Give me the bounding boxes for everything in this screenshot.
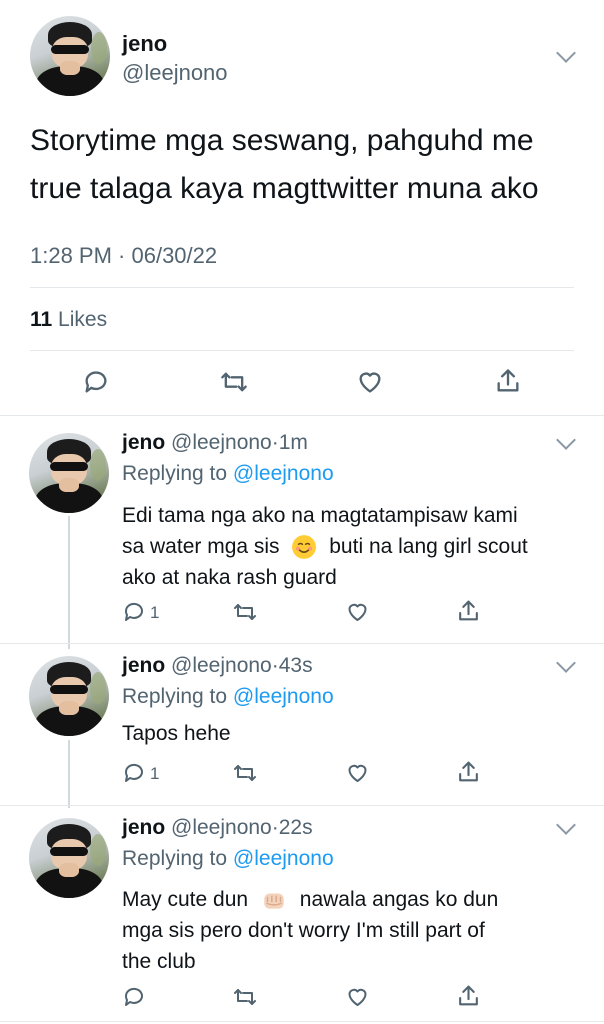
reply-text-segment: sa water mga sis: [122, 535, 280, 558]
divider: [0, 1021, 604, 1022]
author-handle[interactable]: @leejnono: [171, 431, 272, 454]
author-handle[interactable]: @leejnono: [122, 60, 228, 86]
reply-text-segment: May cute dun: [122, 888, 249, 911]
reply-count: 1: [150, 603, 160, 622]
mention-link[interactable]: @leejnono: [233, 462, 334, 485]
author-name[interactable]: jeno: [122, 816, 165, 839]
likes-count: 11: [30, 308, 53, 331]
likes-stat[interactable]: 11 Likes: [30, 308, 107, 332]
divider: [30, 287, 574, 288]
fist-emoji-icon: [264, 893, 284, 910]
reply-text-line: May cute dun nawala angas ko dun: [122, 884, 498, 915]
divider: [30, 350, 574, 351]
share-icon[interactable]: [456, 983, 481, 1009]
replying-to: Replying to @leejnono: [122, 847, 334, 871]
reply-time[interactable]: ·1m: [272, 431, 308, 454]
timestamp[interactable]: 1:28 PM · 06/30/22: [30, 243, 217, 269]
reply-time[interactable]: ·43s: [272, 654, 313, 677]
reply-text-line: sa water mga sis buti na lang girl scout: [122, 531, 528, 562]
chevron-down-icon[interactable]: [556, 815, 576, 835]
avatar[interactable]: [29, 818, 109, 898]
author-name[interactable]: jeno: [122, 431, 165, 454]
reply-icon[interactable]: [82, 368, 110, 396]
reply-text-line: the club: [122, 950, 196, 973]
like-icon[interactable]: [356, 368, 384, 396]
like-icon[interactable]: [345, 985, 370, 1009]
thread-line: [68, 516, 70, 649]
retweet-icon[interactable]: [219, 368, 249, 396]
reply-header: jeno @leejnono·43s: [122, 654, 313, 678]
reply-text-line: Tapos hehe: [122, 722, 231, 745]
replying-prefix: Replying to: [122, 847, 228, 870]
reply-icon[interactable]: [122, 985, 146, 1009]
replying-prefix: Replying to: [122, 462, 228, 485]
chevron-down-icon[interactable]: [556, 430, 576, 450]
reply-text-line: Edi tama nga ako na magtatampisaw kami: [122, 504, 518, 527]
author-handle[interactable]: @leejnono: [171, 816, 272, 839]
tweet-text-line-2: true talaga kaya magttwitter muna ako: [30, 172, 539, 205]
reply-icon[interactable]: [122, 600, 146, 624]
likes-label: Likes: [58, 308, 108, 331]
replying-to: Replying to @leejnono: [122, 685, 334, 709]
thread-line: [68, 740, 70, 808]
share-icon[interactable]: [494, 366, 522, 396]
author-name[interactable]: jeno: [122, 654, 165, 677]
avatar[interactable]: [30, 16, 110, 96]
replying-to: Replying to @leejnono: [122, 462, 334, 486]
tweet-text-line-1: Storytime mga seswang, pahguhd me: [30, 124, 534, 157]
reply-time[interactable]: ·22s: [272, 816, 313, 839]
reply-header: jeno @leejnono·22s: [122, 816, 313, 840]
share-icon[interactable]: [456, 759, 481, 785]
avatar[interactable]: [29, 656, 109, 736]
author-name[interactable]: jeno: [122, 31, 167, 57]
reply-text-segment: nawala angas ko dun: [299, 888, 499, 911]
reply-text: Edi tama nga ako na magtatampisaw kami s…: [122, 500, 528, 593]
reply-icon[interactable]: [122, 761, 146, 785]
retweet-icon[interactable]: [232, 600, 258, 624]
author-handle[interactable]: @leejnono: [171, 654, 272, 677]
chevron-down-icon[interactable]: [556, 43, 576, 63]
reply-text-segment: buti na lang girl scout: [329, 535, 528, 558]
reply-text: May cute dun nawala angas ko dun mga sis…: [122, 884, 498, 977]
smiling-emoji-icon: [292, 535, 317, 560]
section-divider: [0, 415, 604, 416]
reply-header: jeno @leejnono·1m: [122, 431, 308, 455]
divider: [0, 643, 604, 644]
reply-count: 1: [150, 764, 160, 783]
like-icon[interactable]: [345, 761, 370, 785]
reply-text-line: ako at naka rash guard: [122, 566, 337, 589]
divider: [0, 805, 604, 806]
retweet-icon[interactable]: [232, 761, 258, 785]
share-icon[interactable]: [456, 598, 481, 624]
mention-link[interactable]: @leejnono: [233, 847, 334, 870]
avatar[interactable]: [29, 433, 109, 513]
like-icon[interactable]: [345, 600, 370, 624]
chevron-down-icon[interactable]: [556, 653, 576, 673]
replying-prefix: Replying to: [122, 685, 228, 708]
retweet-icon[interactable]: [232, 985, 258, 1009]
reply-text-line: mga sis pero don't worry I'm still part …: [122, 919, 485, 942]
mention-link[interactable]: @leejnono: [233, 685, 334, 708]
